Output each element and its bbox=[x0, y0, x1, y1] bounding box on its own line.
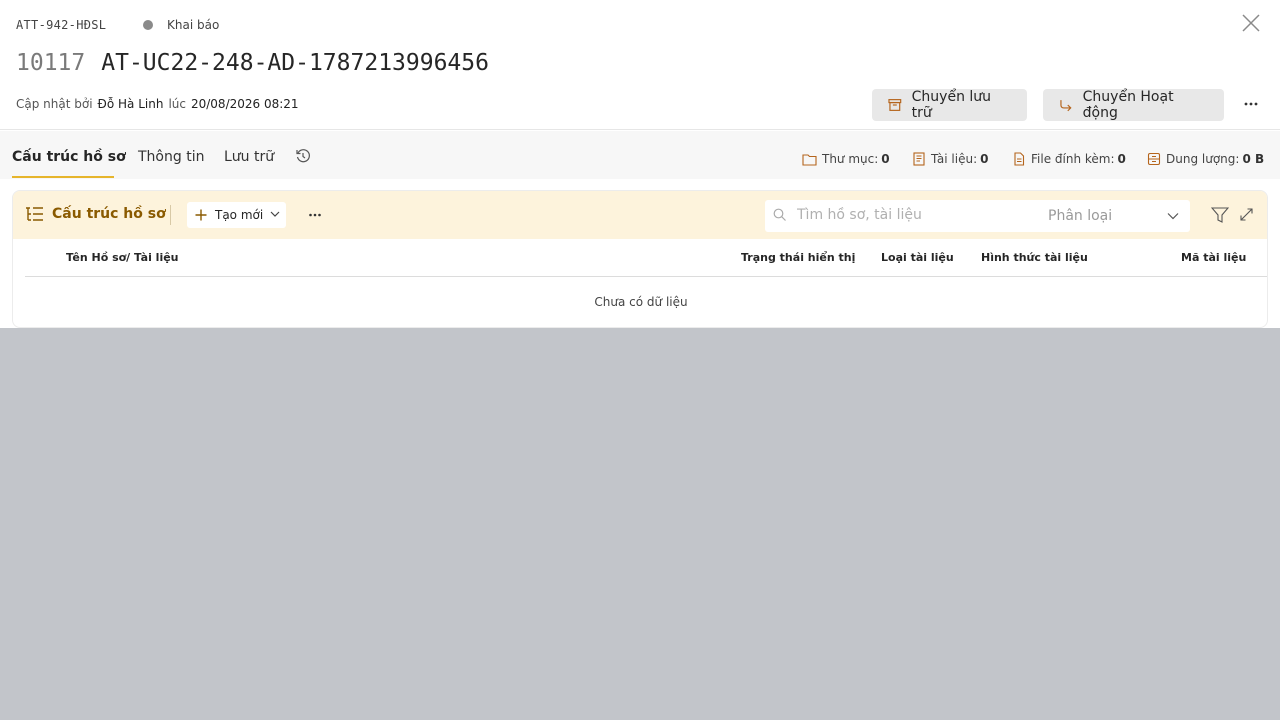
structure-title: Cấu trúc hồ sơ bbox=[25, 206, 166, 222]
updated-info: Cập nhật bởi Đỗ Hà Linh lúc 20/08/2026 0… bbox=[16, 97, 299, 111]
chevron-down-icon bbox=[270, 211, 280, 217]
updated-prefix: Cập nhật bởi bbox=[16, 97, 93, 111]
search-box: Phân loại bbox=[765, 200, 1190, 232]
create-new-label: Tạo mới bbox=[215, 208, 264, 222]
record-name: AT-UC22-248-AD-1787213996456 bbox=[101, 50, 489, 76]
status-dot-icon bbox=[143, 20, 153, 30]
column-document-form[interactable]: Hình thức tài liệu bbox=[981, 251, 1088, 264]
status-label: Khai báo bbox=[167, 18, 220, 32]
toolbar-divider bbox=[170, 205, 171, 225]
status-badge: Khai báo bbox=[143, 18, 219, 32]
structure-card: Cấu trúc hồ sơ Tạo mới Tìm hồ sơ, tài li… bbox=[12, 190, 1268, 328]
record-number: 10117 bbox=[16, 50, 86, 76]
tab-archive[interactable]: Lưu trữ bbox=[224, 149, 274, 165]
stat-folders: Thư mục: 0 bbox=[802, 152, 890, 166]
search-input[interactable] bbox=[797, 207, 1037, 223]
structure-toolbar: Cấu trúc hồ sơ Tạo mới Tìm hồ sơ, tài li… bbox=[13, 191, 1267, 239]
active-tab-indicator bbox=[12, 176, 114, 178]
close-icon[interactable] bbox=[1240, 12, 1262, 34]
create-new-button[interactable]: Tạo mới bbox=[187, 202, 286, 228]
plus-icon bbox=[195, 209, 207, 221]
file-icon bbox=[1014, 152, 1025, 166]
classify-chevron-icon[interactable] bbox=[1167, 212, 1179, 220]
folder-icon bbox=[802, 153, 817, 166]
move-active-button[interactable]: Chuyển Hoạt động bbox=[1043, 89, 1224, 121]
tab-structure[interactable]: Cấu trúc hồ sơ bbox=[12, 149, 126, 165]
page-title: 10117 AT-UC22-248-AD-1787213996456 bbox=[16, 50, 489, 76]
empty-state: Chưa có dữ liệu bbox=[594, 295, 688, 309]
updated-by: Đỗ Hà Linh bbox=[97, 97, 164, 111]
stat-attachments-label: File đính kèm: bbox=[1031, 152, 1115, 166]
tab-info[interactable]: Thông tin bbox=[138, 149, 204, 165]
arrow-turn-right-icon bbox=[1060, 100, 1072, 112]
stat-storage-label: Dung lượng: bbox=[1166, 152, 1240, 166]
filter-icon[interactable] bbox=[1211, 207, 1229, 223]
document-icon bbox=[913, 152, 925, 166]
archive-button-label: Chuyển lưu trữ bbox=[911, 89, 992, 121]
stat-attachments-value: 0 bbox=[1117, 152, 1126, 166]
toolbar-more-icon[interactable] bbox=[307, 208, 323, 222]
search-icon bbox=[773, 208, 786, 221]
column-display-status[interactable]: Trạng thái hiển thị bbox=[741, 251, 855, 264]
column-document-type[interactable]: Loại tài liệu bbox=[881, 251, 954, 264]
storage-icon bbox=[1147, 152, 1161, 166]
more-options-icon[interactable] bbox=[1241, 96, 1261, 112]
record-detail-panel: ATT-942-HĐSL Khai báo 10117 AT-UC22-248-… bbox=[0, 0, 1280, 328]
stat-documents-label: Tài liệu: bbox=[931, 152, 978, 166]
move-active-button-label: Chuyển Hoạt động bbox=[1082, 89, 1174, 121]
tree-list-icon bbox=[26, 207, 43, 221]
structure-title-label: Cấu trúc hồ sơ bbox=[52, 206, 166, 222]
updated-at: 20/08/2026 08:21 bbox=[190, 97, 299, 111]
expand-icon[interactable] bbox=[1239, 207, 1254, 222]
record-code: ATT-942-HĐSL bbox=[16, 18, 107, 32]
stat-documents: Tài liệu: 0 bbox=[912, 152, 989, 166]
updated-at-label: lúc bbox=[168, 97, 186, 111]
history-icon[interactable] bbox=[295, 148, 311, 164]
archive-box-icon bbox=[888, 99, 902, 111]
column-name[interactable]: Tên Hồ sơ/ Tài liệu bbox=[66, 251, 179, 264]
column-document-code[interactable]: Mã tài liệu bbox=[1181, 251, 1246, 264]
tab-bar: Cấu trúc hồ sơ Thông tin Lưu trữ Thư mục… bbox=[0, 131, 1280, 179]
stat-folders-value: 0 bbox=[881, 152, 890, 166]
stat-documents-value: 0 bbox=[980, 152, 989, 166]
stat-folders-label: Thư mục: bbox=[822, 152, 879, 166]
classify-select[interactable]: Phân loại bbox=[1048, 208, 1112, 224]
stat-attachments: File đính kèm: 0 bbox=[1012, 152, 1126, 166]
stat-storage-value: 0 B bbox=[1242, 152, 1265, 166]
archive-button[interactable]: Chuyển lưu trữ bbox=[872, 89, 1027, 121]
record-header: ATT-942-HĐSL Khai báo 10117 AT-UC22-248-… bbox=[0, 0, 1280, 130]
stat-storage: Dung lượng: 0 B bbox=[1147, 152, 1264, 166]
table-header: Tên Hồ sơ/ Tài liệu Trạng thái hiển thị … bbox=[25, 239, 1267, 277]
